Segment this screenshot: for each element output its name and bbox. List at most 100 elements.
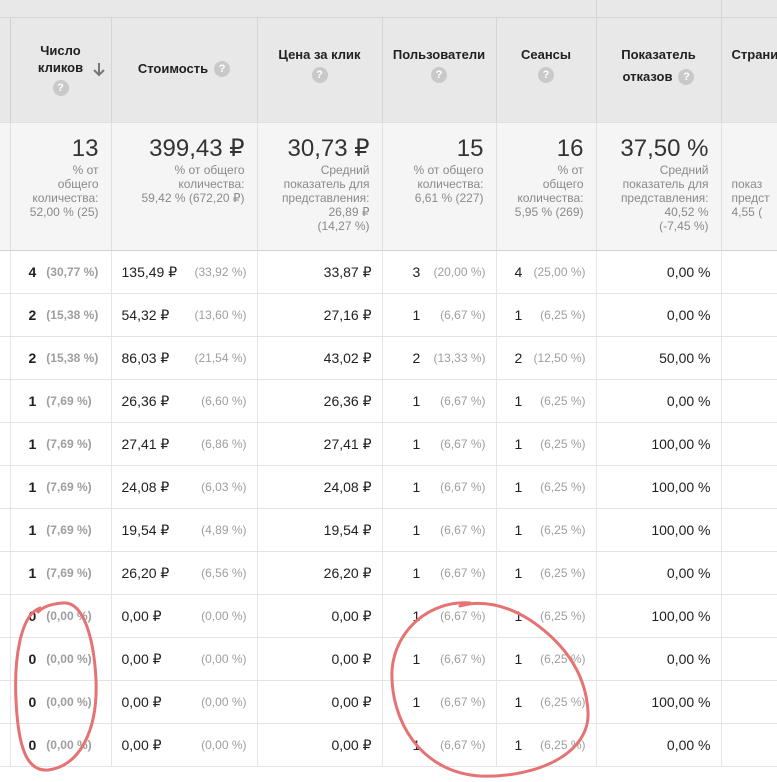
cost-percent: (4,89 %) [201, 523, 247, 537]
cell-clicks: 0 (0,00 %) [10, 680, 112, 724]
column-header-cost[interactable]: Стоимость ? [111, 17, 258, 123]
cell-cost: 0,00 ₽ (0,00 %) [111, 594, 258, 638]
row-selector-cell [0, 551, 11, 595]
table-row[interactable]: 2 (15,38 %) 54,32 ₽ (13,60 %) 27,16 ₽ 1 (6,67 … [0, 293, 777, 337]
header-group-cell [257, 0, 382, 18]
help-icon[interactable]: ? [431, 67, 447, 83]
bounce-value: 100,00 % [651, 608, 711, 624]
total-cost: 399,43 ₽ % от общего количества: 59,42 %… [111, 122, 258, 251]
users-percent: (6,67 %) [440, 523, 486, 537]
cell-pages [721, 551, 777, 595]
cell-clicks: 1 (7,69 %) [10, 551, 112, 595]
help-icon[interactable]: ? [52, 80, 69, 96]
cell-bounce-rate: 100,00 % [596, 680, 722, 724]
cell-sessions: 4 (25,00 %) [495, 250, 597, 294]
cost-percent: (6,03 %) [201, 480, 247, 494]
cell-pages [721, 723, 777, 767]
sessions-percent: (6,25 %) [540, 394, 586, 408]
header-group-cell [595, 0, 722, 18]
table-row[interactable]: 4 (30,77 %) 135,49 ₽ (33,92 %) 33,87 ₽ 3 (20,0… [0, 250, 777, 294]
clicks-value: 2 [28, 307, 37, 323]
clicks-percent: (0,00 %) [46, 738, 92, 752]
cost-value: 135,49 ₽ [121, 263, 178, 280]
users-percent: (13,33 %) [433, 351, 486, 365]
table-row[interactable]: 2 (15,38 %) 86,03 ₽ (21,54 %) 43,02 ₽ 2 (13,33… [0, 336, 777, 380]
cost-percent: (33,92 %) [194, 265, 247, 279]
header-group-row [0, 0, 777, 18]
column-header-cpc[interactable]: Цена за клик ? [257, 17, 383, 123]
clicks-value: 1 [28, 479, 37, 495]
users-percent: (6,67 %) [440, 695, 486, 709]
bounce-value: 0,00 % [666, 565, 711, 581]
cell-cpc: 33,87 ₽ [257, 250, 383, 294]
cell-pages [721, 422, 777, 466]
table-row[interactable]: 0 (0,00 %) 0,00 ₽ (0,00 %) 0,00 ₽ 1 (6,67 %) 1 (… [0, 723, 777, 767]
bounce-value: 0,00 % [666, 307, 711, 323]
users-value: 1 [412, 479, 421, 495]
column-header-pages[interactable]: Страни [721, 17, 777, 123]
total-subtext: (14,27 %) [317, 219, 370, 233]
cell-clicks: 0 (0,00 %) [10, 594, 112, 638]
column-header-clicks[interactable]: Число кликов ? [10, 17, 112, 123]
cell-pages [721, 594, 777, 638]
cell-users: 2 (13,33 %) [382, 336, 497, 380]
clicks-percent: (15,38 %) [46, 308, 99, 322]
help-icon[interactable]: ? [311, 67, 328, 83]
cell-sessions: 1 (6,25 %) [495, 508, 597, 552]
table-row[interactable]: 1 (7,69 %) 26,36 ₽ (6,60 %) 26,36 ₽ 1 (6,67 %)… [0, 379, 777, 423]
cell-pages [721, 637, 777, 681]
clicks-percent: (0,00 %) [46, 652, 92, 666]
row-selector-cell [0, 250, 11, 294]
column-header-users[interactable]: Пользователи ? [382, 17, 497, 123]
row-selector-cell [0, 336, 11, 380]
table-row[interactable]: 0 (0,00 %) 0,00 ₽ (0,00 %) 0,00 ₽ 1 (6,67 %) 1 (… [0, 637, 777, 681]
cost-percent: (0,00 %) [201, 609, 247, 623]
report-table: Число кликов ? Стоимость ? Цена за клик … [0, 0, 777, 767]
cell-clicks: 0 (0,00 %) [10, 637, 112, 681]
table-row[interactable]: 1 (7,69 %) 27,41 ₽ (6,86 %) 27,41 ₽ 1 (6,67 %)… [0, 422, 777, 466]
cell-cost: 27,41 ₽ (6,86 %) [111, 422, 258, 466]
total-subtext: количества: [178, 177, 245, 191]
sessions-value: 2 [514, 350, 523, 366]
total-subtext: 5,95 % (269) [514, 205, 584, 219]
clicks-value: 1 [28, 393, 37, 409]
cell-clicks: 1 (7,69 %) [10, 422, 112, 466]
total-subtext: % от общего [174, 163, 245, 177]
column-header-bounce-rate[interactable]: Показатель отказов ? [596, 17, 722, 123]
cpc-value: 43,02 ₽ [323, 349, 372, 366]
total-subtext: % от [557, 163, 584, 177]
cost-value: 19,54 ₽ [121, 521, 170, 538]
cpc-value: 0,00 ₽ [331, 693, 372, 710]
cell-cost: 0,00 ₽ (0,00 %) [111, 637, 258, 681]
total-value: 30,73 ₽ [287, 135, 370, 162]
total-subtext: общего [57, 177, 99, 191]
cell-cost: 86,03 ₽ (21,54 %) [111, 336, 258, 380]
cell-sessions: 1 (6,25 %) [495, 637, 597, 681]
cell-cpc: 27,41 ₽ [257, 422, 383, 466]
column-header-sessions[interactable]: Сеансы ? [495, 17, 597, 123]
sessions-percent: (6,25 %) [540, 437, 586, 451]
cell-bounce-rate: 0,00 % [596, 637, 722, 681]
row-selector-cell [0, 293, 11, 337]
cell-sessions: 1 (6,25 %) [495, 680, 597, 724]
table-row[interactable]: 0 (0,00 %) 0,00 ₽ (0,00 %) 0,00 ₽ 1 (6,67 %) 1 (… [0, 680, 777, 724]
cost-percent: (21,54 %) [194, 351, 247, 365]
header-group-cell [0, 0, 10, 18]
users-value: 1 [412, 608, 421, 624]
column-header-label: отказов [622, 69, 673, 84]
help-icon[interactable]: ? [678, 68, 695, 85]
total-subtext: показ [731, 177, 763, 191]
table-row[interactable]: 1 (7,69 %) 24,08 ₽ (6,03 %) 24,08 ₽ 1 (6,67 %)… [0, 465, 777, 509]
cost-percent: (0,00 %) [201, 695, 247, 709]
header-group-cell [721, 0, 777, 18]
table-row[interactable]: 1 (7,69 %) 26,20 ₽ (6,56 %) 26,20 ₽ 1 (6,67 %)… [0, 551, 777, 595]
help-icon[interactable]: ? [214, 60, 231, 77]
help-icon[interactable]: ? [538, 67, 554, 83]
row-selector-cell [0, 465, 11, 509]
table-row[interactable]: 1 (7,69 %) 19,54 ₽ (4,89 %) 19,54 ₽ 1 (6,67 %)… [0, 508, 777, 552]
table-row[interactable]: 0 (0,00 %) 0,00 ₽ (0,00 %) 0,00 ₽ 1 (6,67 %) 1 (… [0, 594, 777, 638]
total-value: 16 [556, 135, 584, 162]
sessions-value: 1 [514, 608, 523, 624]
total-subtext: количества: [417, 177, 484, 191]
sort-down-icon[interactable] [92, 62, 106, 78]
